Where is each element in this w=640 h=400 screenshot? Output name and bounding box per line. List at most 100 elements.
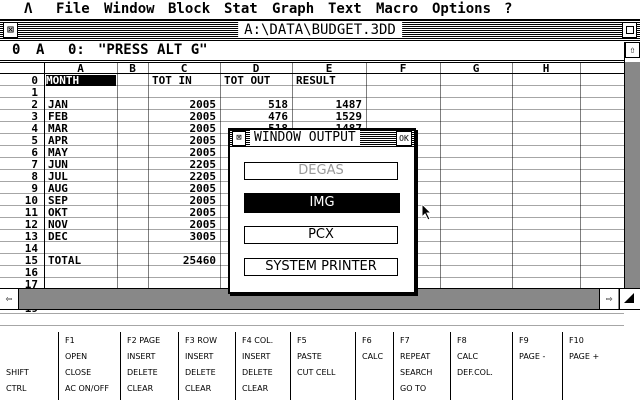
- cell-tot-in[interactable]: 2205: [148, 171, 217, 182]
- cell-month[interactable]: JAN: [48, 99, 68, 110]
- menu-text[interactable]: Text: [328, 1, 362, 17]
- cell-month[interactable]: JUL: [48, 171, 68, 182]
- fkey-f5[interactable]: F5 PASTE CUT CELL: [290, 332, 355, 400]
- row-number[interactable]: 4: [0, 123, 38, 134]
- cell-tot-in[interactable]: 2005: [148, 135, 217, 146]
- column-header[interactable]: E: [292, 63, 366, 74]
- cell-header-month[interactable]: MONTH: [46, 75, 116, 86]
- column-header[interactable]: C: [148, 63, 220, 74]
- cell-month[interactable]: AUG: [48, 183, 68, 194]
- cell-tot-in[interactable]: 2005: [148, 147, 217, 158]
- dialog-close-icon[interactable]: ⊠: [232, 131, 246, 146]
- fkey-f2[interactable]: F2 PAGE INSERT DELETE CLEAR: [120, 332, 178, 400]
- dialog-ok-button[interactable]: OK: [396, 131, 412, 146]
- row-number[interactable]: 11: [0, 207, 38, 218]
- vertical-scroll-track[interactable]: [625, 62, 640, 292]
- cell-month[interactable]: OKT: [48, 207, 68, 218]
- cell-header-result[interactable]: RESULT: [296, 75, 336, 86]
- menu-block[interactable]: Block: [168, 1, 210, 17]
- cell-tot-in[interactable]: 2005: [148, 207, 217, 218]
- row-number[interactable]: 9: [0, 183, 38, 194]
- mouse-pointer-icon: [421, 203, 433, 221]
- cell-month[interactable]: JUN: [48, 159, 68, 170]
- column-header[interactable]: B: [117, 63, 148, 74]
- row-number[interactable]: 3: [0, 111, 38, 122]
- cell-tot-in[interactable]: 3005: [148, 231, 217, 242]
- row-number[interactable]: 5: [0, 135, 38, 146]
- menu-file[interactable]: File: [56, 1, 90, 17]
- grid-line: [0, 325, 624, 326]
- cell-tot-in[interactable]: 2005: [148, 123, 217, 134]
- fkey-f5-line: PASTE: [297, 352, 322, 361]
- row-number[interactable]: 2: [0, 99, 38, 110]
- row-number[interactable]: 8: [0, 171, 38, 182]
- window-close-icon[interactable]: ⊠: [3, 22, 18, 38]
- scroll-up-icon[interactable]: ⇧: [625, 42, 640, 58]
- cell-tot-in[interactable]: 2205: [148, 159, 217, 170]
- row-number[interactable]: 0: [0, 75, 38, 86]
- cell-tot-out[interactable]: 518: [220, 99, 288, 110]
- cell-month[interactable]: NOV: [48, 219, 68, 230]
- fkey-f1-line: F1: [65, 336, 75, 345]
- edit-content[interactable]: "PRESS ALT G": [98, 41, 208, 60]
- resize-handle-icon[interactable]: [619, 289, 640, 309]
- cell-tot-in[interactable]: 2005: [148, 99, 217, 110]
- cell-total-value[interactable]: 25460: [148, 255, 216, 266]
- cell-month[interactable]: MAR: [48, 123, 68, 134]
- menu-macro[interactable]: Macro: [376, 1, 418, 17]
- row-number[interactable]: 12: [0, 219, 38, 230]
- cell-tot-in[interactable]: 2005: [148, 183, 217, 194]
- cell-tot-out[interactable]: 476: [220, 111, 288, 122]
- menu-stat[interactable]: Stat: [224, 1, 258, 17]
- menu-window[interactable]: Window: [104, 1, 155, 17]
- row-number[interactable]: 16: [0, 267, 38, 278]
- option-system-printer[interactable]: SYSTEM PRINTER: [244, 258, 398, 276]
- vertical-scrollbar[interactable]: ⇧ ⇩: [624, 42, 640, 304]
- cell-total-label[interactable]: TOTAL: [48, 255, 81, 266]
- cell-header-totout[interactable]: TOT OUT: [224, 75, 270, 86]
- cell-tot-in[interactable]: 2005: [148, 219, 217, 230]
- dialog-title-bar[interactable]: ⊠ WINDOW OUTPUT OK: [230, 130, 414, 147]
- window-title-bar[interactable]: ⊠ A:\DATA\BUDGET.3DD: [0, 20, 640, 41]
- row-number[interactable]: 7: [0, 159, 38, 170]
- row-number[interactable]: 14: [0, 243, 38, 254]
- column-header[interactable]: F: [366, 63, 440, 74]
- fkey-f1[interactable]: F1 OPEN CLOSE AC ON/OFF: [58, 332, 120, 400]
- menu-options[interactable]: Options: [432, 1, 491, 17]
- scroll-left-icon[interactable]: ⇦: [0, 289, 19, 309]
- column-header[interactable]: A: [44, 63, 117, 74]
- option-img[interactable]: IMG: [244, 193, 400, 213]
- row-number[interactable]: 1: [0, 87, 38, 98]
- cell-result[interactable]: 1529: [292, 111, 363, 122]
- atari-logo-icon[interactable]: Λ: [24, 1, 32, 17]
- fkey-f7[interactable]: F7 REPEAT SEARCH GO TO: [393, 332, 450, 400]
- fkey-f6[interactable]: F6 CALC: [355, 332, 393, 400]
- fkey-f8[interactable]: F8 CALC DEF.COL.: [450, 332, 512, 400]
- menu-graph[interactable]: Graph: [272, 1, 314, 17]
- cell-month[interactable]: MAY: [48, 147, 68, 158]
- row-number[interactable]: 10: [0, 195, 38, 206]
- cell-month[interactable]: APR: [48, 135, 68, 146]
- cell-tot-in[interactable]: 2005: [148, 111, 217, 122]
- scroll-right-icon[interactable]: ⇨: [599, 289, 618, 309]
- option-pcx[interactable]: PCX: [244, 226, 398, 244]
- column-header[interactable]: G: [440, 63, 512, 74]
- cell-month[interactable]: SEP: [48, 195, 68, 206]
- fkey-f3[interactable]: F3 ROW INSERT DELETE CLEAR: [178, 332, 235, 400]
- row-number[interactable]: 6: [0, 147, 38, 158]
- cell-result[interactable]: 1487: [292, 99, 363, 110]
- cell-month[interactable]: FEB: [48, 111, 68, 122]
- fkey-f10[interactable]: F10 PAGE +: [562, 332, 640, 400]
- menu-help[interactable]: ?: [504, 1, 512, 17]
- cell-header-totin[interactable]: TOT IN: [152, 75, 192, 86]
- fkey-f9[interactable]: F9 PAGE -: [512, 332, 562, 400]
- cell-month[interactable]: DEC: [48, 231, 68, 242]
- row-number[interactable]: 13: [0, 231, 38, 242]
- row-number[interactable]: 15: [0, 255, 38, 266]
- cell-tot-in[interactable]: 2005: [148, 195, 217, 206]
- fkey-f4[interactable]: F4 COL. INSERT DELETE CLEAR: [235, 332, 290, 400]
- cell-edit-line[interactable]: 0 A 0: "PRESS ALT G": [0, 41, 640, 61]
- column-header[interactable]: D: [220, 63, 292, 74]
- window-fullsize-icon[interactable]: [622, 22, 637, 38]
- column-header[interactable]: H: [512, 63, 580, 74]
